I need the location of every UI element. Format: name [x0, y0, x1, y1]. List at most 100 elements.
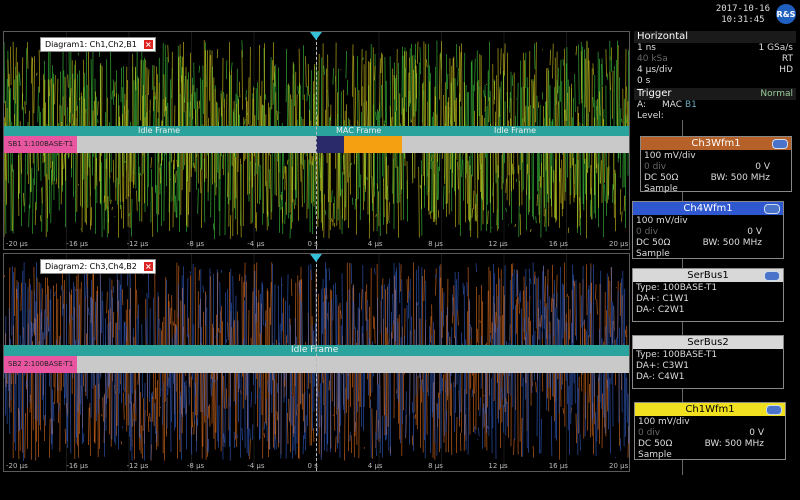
time-tick-label: 8 µs	[428, 462, 443, 470]
time-tick-label: 0 s	[307, 462, 318, 470]
ch3-mode: Sample	[644, 184, 678, 194]
time-tick-label: 16 µs	[548, 462, 568, 470]
top-bar: 2017-10-16 10:31:45 R&S	[0, 0, 800, 30]
trigger-source-type: MAC	[662, 100, 683, 110]
ch4-title: Ch4Wfm1	[683, 203, 733, 214]
ch4-header[interactable]: Ch4Wfm1	[633, 202, 783, 215]
band-label-idle-frame-1: Idle Frame	[138, 126, 181, 135]
ch1-title: Ch1Wfm1	[685, 404, 735, 415]
ch3-body: 100 mV/div 0 div 0 V DC 50Ω BW: 500 MHz Sa…	[641, 150, 791, 196]
ch3-header[interactable]: Ch3Wfm1	[641, 137, 791, 150]
trigger-position-marker[interactable]	[310, 254, 322, 262]
horizontal-row[interactable]: 40 kSa RT	[634, 54, 796, 65]
band-label-idle-frame: Idle Frame	[291, 345, 339, 355]
ch3-offset: 0 div	[644, 162, 667, 172]
band-label-idle-frame-2: Idle Frame	[494, 126, 537, 135]
serbus1-da-plus: DA+: C1W1	[636, 294, 689, 304]
ch4-coupling-row: DC 50Ω BW: 500 MHz	[636, 238, 780, 249]
time-tick-label: 20 µs	[609, 462, 629, 470]
ch1-minimize-icon[interactable]	[766, 405, 782, 415]
trigger-source-label: A:	[637, 100, 647, 110]
serbus2-type: Type: 100BASE-T1	[636, 350, 718, 360]
serbus2-box[interactable]: SerBus2 Type: 100BASE-T1 DA+: C3W1 DA-: …	[632, 335, 784, 389]
trigger-level-row[interactable]: Level:	[634, 111, 796, 122]
position-value: 0 s	[637, 76, 651, 86]
serbus1-minimize-icon[interactable]	[764, 271, 780, 281]
time-tick-label: -8 µs	[186, 240, 205, 248]
diagram2-close-icon[interactable]: ×	[143, 262, 153, 271]
sample-rate-value: 1 GSa/s	[758, 43, 793, 53]
ch4-body: 100 mV/div 0 div 0 V DC 50Ω BW: 500 MHz Sa…	[633, 215, 783, 261]
diagram2-panel[interactable]: Diagram2: Ch3,Ch4,B2 × Idle Frame SB2 2:…	[3, 253, 630, 472]
trigger-title: Trigger	[637, 88, 672, 99]
acq-mode-value: RT	[781, 54, 793, 64]
trigger-source-bus: B1	[684, 100, 697, 110]
diagram1-bus-label: SB1 1:100BASE-T1	[4, 136, 78, 153]
diagram2-title[interactable]: Diagram2: Ch3,Ch4,B2 ×	[40, 259, 156, 274]
bus-frame-mac-data[interactable]	[344, 136, 402, 153]
trigger-source-row[interactable]: A: MAC B1	[634, 100, 796, 111]
date-time-display: 2017-10-16 10:31:45	[716, 4, 770, 26]
bus-frame-header[interactable]	[316, 136, 344, 153]
time-tick-label: -4 µs	[247, 462, 265, 470]
horizontal-row[interactable]: 4 µs/div HD	[634, 65, 796, 76]
rs-logo-icon: R&S	[776, 4, 796, 24]
trigger-source-value: MAC B1	[662, 100, 697, 111]
trigger-level-label: Level:	[637, 111, 664, 121]
time-tick-label: -12 µs	[126, 240, 149, 248]
ch4-coupling: DC 50Ω	[636, 238, 671, 248]
ch1-pos: 0 V	[749, 428, 764, 438]
time-label: 10:31:45	[721, 15, 765, 25]
ch3-signal-box[interactable]: Ch3Wfm1 100 mV/div 0 div 0 V DC 50Ω BW: 50…	[640, 136, 792, 194]
trigger-header[interactable]: Trigger Normal	[634, 88, 796, 100]
time-tick-label: -12 µs	[126, 462, 149, 470]
horizontal-trigger-panel[interactable]: Horizontal 1 ns 1 GSa/s 40 kSa RT 4 µs/d…	[634, 31, 796, 122]
time-tick-label: 4 µs	[367, 462, 383, 470]
ch3-pos: 0 V	[755, 162, 770, 172]
serbus2-da-plus: DA+: C3W1	[636, 361, 689, 371]
ch1-vdiv: 100 mV/div	[638, 417, 690, 427]
record-length-value: 40 kSa	[637, 54, 668, 64]
ch3-minimize-icon[interactable]	[772, 139, 788, 149]
diagram2-title-label: Diagram2: Ch3,Ch4,B2	[45, 262, 137, 271]
ch3-coupling-row: DC 50Ω BW: 500 MHz	[644, 173, 788, 184]
diagram1-close-icon[interactable]: ×	[143, 40, 153, 49]
serbus2-title: SerBus2	[687, 337, 729, 348]
ch1-signal-box[interactable]: Ch1Wfm1 100 mV/div 0 div 0 V DC 50Ω BW: 50…	[634, 402, 786, 460]
diagram1-panel[interactable]: Diagram1: Ch1,Ch2,B1 × Idle Frame MAC Fr…	[3, 31, 630, 250]
trigger-time-line	[316, 254, 317, 471]
time-tick-label: -20 µs	[6, 240, 28, 248]
ch1-header[interactable]: Ch1Wfm1	[635, 403, 785, 416]
time-tick-label: 16 µs	[548, 240, 568, 248]
trigger-position-marker[interactable]	[310, 32, 322, 40]
ch3-bw: BW: 500 MHz	[710, 173, 770, 183]
ch4-offset: 0 div	[636, 227, 659, 237]
ch1-mode: Sample	[638, 450, 672, 460]
ch3-coupling: DC 50Ω	[644, 173, 679, 183]
time-tick-label: -20 µs	[6, 462, 28, 470]
ch1-coupling: DC 50Ω	[638, 439, 673, 449]
serbus2-da-minus: DA-: C4W1	[636, 372, 685, 382]
serbus2-header[interactable]: SerBus2	[633, 336, 783, 349]
ch4-minimize-icon[interactable]	[764, 204, 780, 214]
horizontal-row[interactable]: 1 ns 1 GSa/s	[634, 43, 796, 54]
diagram1-title-label: Diagram1: Ch1,Ch2,B1	[45, 40, 137, 49]
ch1-body: 100 mV/div 0 div 0 V DC 50Ω BW: 500 MHz Sa…	[635, 416, 785, 462]
band-label-mac-frame: MAC Frame	[336, 126, 382, 135]
ch4-signal-box[interactable]: Ch4Wfm1 100 mV/div 0 div 0 V DC 50Ω BW: 50…	[632, 201, 784, 259]
time-tick-label: -16 µs	[66, 240, 89, 248]
diagram2-bus-label: SB2 2:100BASE-T1	[4, 356, 78, 373]
ch1-offset: 0 div	[638, 428, 661, 438]
ch3-title: Ch3Wfm1	[691, 138, 741, 149]
serbus1-header[interactable]: SerBus1	[633, 269, 783, 282]
diagram1-title[interactable]: Diagram1: Ch1,Ch2,B1 ×	[40, 37, 156, 52]
horizontal-row[interactable]: 0 s	[634, 76, 796, 87]
ch3-vdiv: 100 mV/div	[644, 151, 696, 161]
trigger-mode: Normal	[760, 89, 793, 99]
ch1-offset-row: 0 div 0 V	[638, 428, 782, 439]
time-tick-label: -4 µs	[247, 240, 265, 248]
serbus1-box[interactable]: SerBus1 Type: 100BASE-T1 DA+: C1W1 DA-: …	[632, 268, 784, 322]
hd-mode-value: HD	[779, 65, 793, 75]
time-tick-label: 12 µs	[488, 462, 508, 470]
time-scale-value: 4 µs/div	[637, 65, 673, 75]
